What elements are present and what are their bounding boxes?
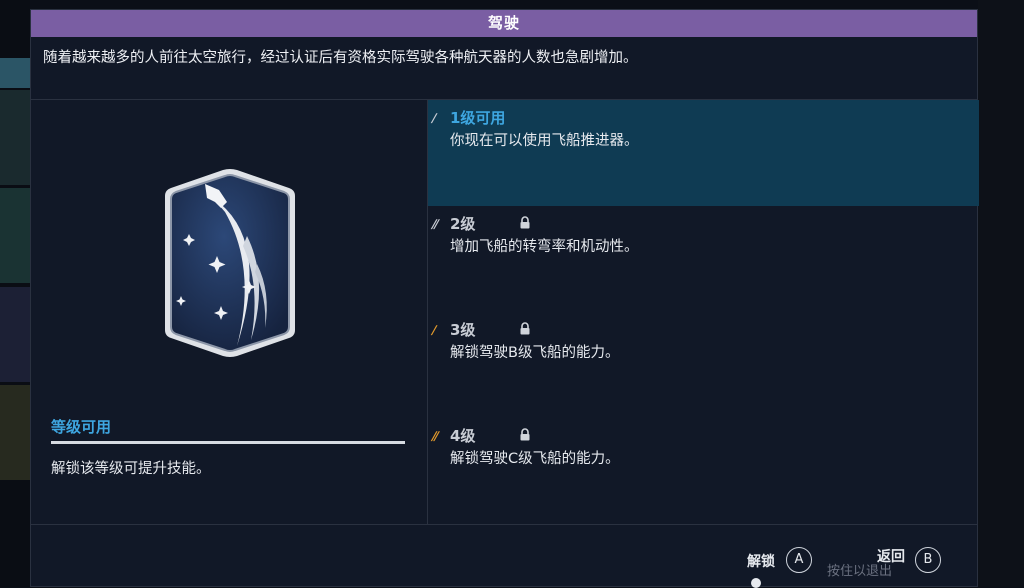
rank-3-desc: 解锁驾驶B级飞船的能力。 [450, 345, 620, 361]
lock-icon [520, 428, 530, 441]
background-right [978, 0, 1024, 587]
rank-2-label: 2级 [450, 215, 476, 233]
rank-1-row[interactable]: / 1级可用 你现在可以使用飞船推进器。 [428, 100, 979, 206]
back-label[interactable]: 返回 [877, 546, 905, 566]
background-card [0, 188, 30, 283]
rank-1-desc: 你现在可以使用飞船推进器。 [450, 133, 639, 149]
rank-2-desc: 增加飞船的转弯率和机动性。 [450, 239, 639, 255]
back-button[interactable]: B [915, 547, 941, 573]
skill-panel: 驾驶 随着越来越多的人前往太空旅行，经过认证后有资格实际驾驶各种航天器的人数也急… [30, 9, 979, 588]
rank-4-mark: // [430, 429, 439, 443]
rank-3-row[interactable]: / 3级 解锁驾驶B级飞船的能力。 [428, 312, 979, 418]
level-available-title: 等级可用 [51, 418, 112, 436]
rank-1-mark: / [430, 111, 437, 125]
background-card [0, 90, 30, 185]
lock-icon [520, 216, 530, 229]
rank-1-label: 1级可用 [450, 109, 506, 127]
background-card [0, 287, 30, 382]
space-shuttle-trail-icon [165, 169, 295, 357]
rank-3-mark: / [430, 323, 437, 337]
divider [51, 441, 405, 444]
rank-3-label: 3级 [450, 321, 476, 339]
rank-4-desc: 解锁驾驶C级飞船的能力。 [450, 451, 620, 467]
rank-2-row[interactable]: // 2级 增加飞船的转弯率和机动性。 [428, 206, 979, 312]
unlock-label[interactable]: 解锁 [747, 551, 775, 571]
level-available-desc: 解锁该等级可提升技能。 [51, 461, 211, 477]
background-card [0, 385, 30, 480]
lock-icon [520, 322, 530, 335]
background-card [0, 58, 30, 88]
rank-4-row[interactable]: // 4级 解锁驾驶C级飞船的能力。 [428, 418, 979, 524]
skill-description: 随着越来越多的人前往太空旅行，经过认证后有资格实际驾驶各种航天器的人数也急剧增加… [43, 50, 638, 66]
rank-2-mark: // [430, 217, 439, 231]
skill-title: 驾驶 [31, 10, 977, 37]
divider [31, 524, 977, 525]
rank-4-label: 4级 [450, 427, 476, 445]
unlock-button[interactable]: A [786, 547, 812, 573]
